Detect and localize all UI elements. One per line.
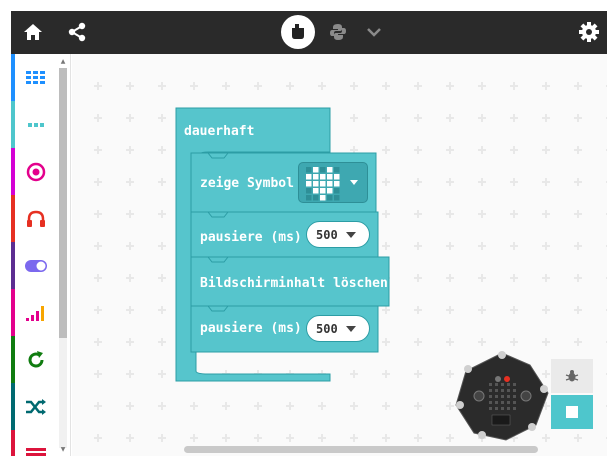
- category-led[interactable]: [11, 242, 57, 289]
- chevron-down-icon[interactable]: [357, 15, 391, 49]
- toggle-icon: [25, 259, 47, 272]
- python-icon[interactable]: [321, 15, 355, 49]
- category-music[interactable]: [11, 195, 57, 242]
- forever-label: dauerhaft: [184, 124, 255, 139]
- category-input[interactable]: [11, 148, 57, 195]
- pause-value-dropdown-2[interactable]: 500: [306, 315, 370, 342]
- target-icon: [26, 162, 46, 181]
- scroll-thumb[interactable]: [59, 68, 67, 338]
- pause-label-2: pausiere (ms): [200, 321, 302, 336]
- list-icon: [26, 447, 46, 456]
- shuffle-icon: [26, 398, 46, 415]
- editor-language-switch: [277, 15, 407, 49]
- pause-value-2: 500: [316, 321, 338, 336]
- symbol-dropdown[interactable]: [298, 162, 368, 203]
- category-variables[interactable]: [11, 430, 57, 456]
- category-radio[interactable]: [11, 289, 57, 336]
- more-dots-icon: [28, 122, 44, 127]
- headphones-icon: [27, 210, 45, 227]
- calliope-simulator[interactable]: [452, 349, 552, 444]
- scroll-up-icon[interactable]: ▲: [59, 58, 67, 66]
- pause-value-dropdown-1[interactable]: 500: [306, 221, 370, 248]
- top-menu-bar: [11, 11, 607, 54]
- scroll-down-icon[interactable]: ▼: [59, 446, 67, 454]
- heart-icon: [306, 167, 358, 201]
- clear-screen-label: Bildschirminhalt löschen: [200, 276, 388, 291]
- blocks-icon[interactable]: [281, 15, 315, 49]
- stop-icon: [566, 406, 578, 418]
- grid-icon: [26, 70, 45, 84]
- category-loops[interactable]: [11, 336, 57, 383]
- pause-value-1: 500: [316, 227, 338, 242]
- blocks-workspace[interactable]: dauerhaft zeige Symbol pausiere (ms) 500…: [72, 54, 607, 456]
- share-icon[interactable]: [61, 16, 93, 48]
- chevron-down-icon: [350, 180, 358, 185]
- chevron-down-icon: [345, 231, 356, 238]
- simulator-controls: [551, 359, 593, 429]
- gear-icon[interactable]: [573, 16, 605, 48]
- workspace-horizontal-scrollbar[interactable]: [184, 446, 538, 453]
- category-more[interactable]: [11, 101, 57, 148]
- bug-icon[interactable]: [551, 359, 593, 393]
- category-basic[interactable]: [11, 54, 57, 101]
- toolbox: ▲ ▼: [11, 54, 71, 456]
- button-a[interactable]: [473, 390, 485, 402]
- loop-icon: [28, 350, 44, 367]
- category-logic[interactable]: [11, 383, 57, 430]
- show-icon-label: zeige Symbol: [200, 176, 294, 191]
- chevron-down-icon: [345, 325, 356, 332]
- stop-button[interactable]: [551, 395, 593, 429]
- button-b[interactable]: [520, 390, 532, 402]
- signal-icon: [26, 305, 44, 321]
- editor-window: ▲ ▼ dauerhaft zeige Symbol pausiere (ms)…: [0, 0, 607, 456]
- pause-label-1: pausiere (ms): [200, 230, 302, 245]
- toolbox-scrollbar[interactable]: ▲ ▼: [59, 58, 67, 454]
- home-icon[interactable]: [17, 16, 49, 48]
